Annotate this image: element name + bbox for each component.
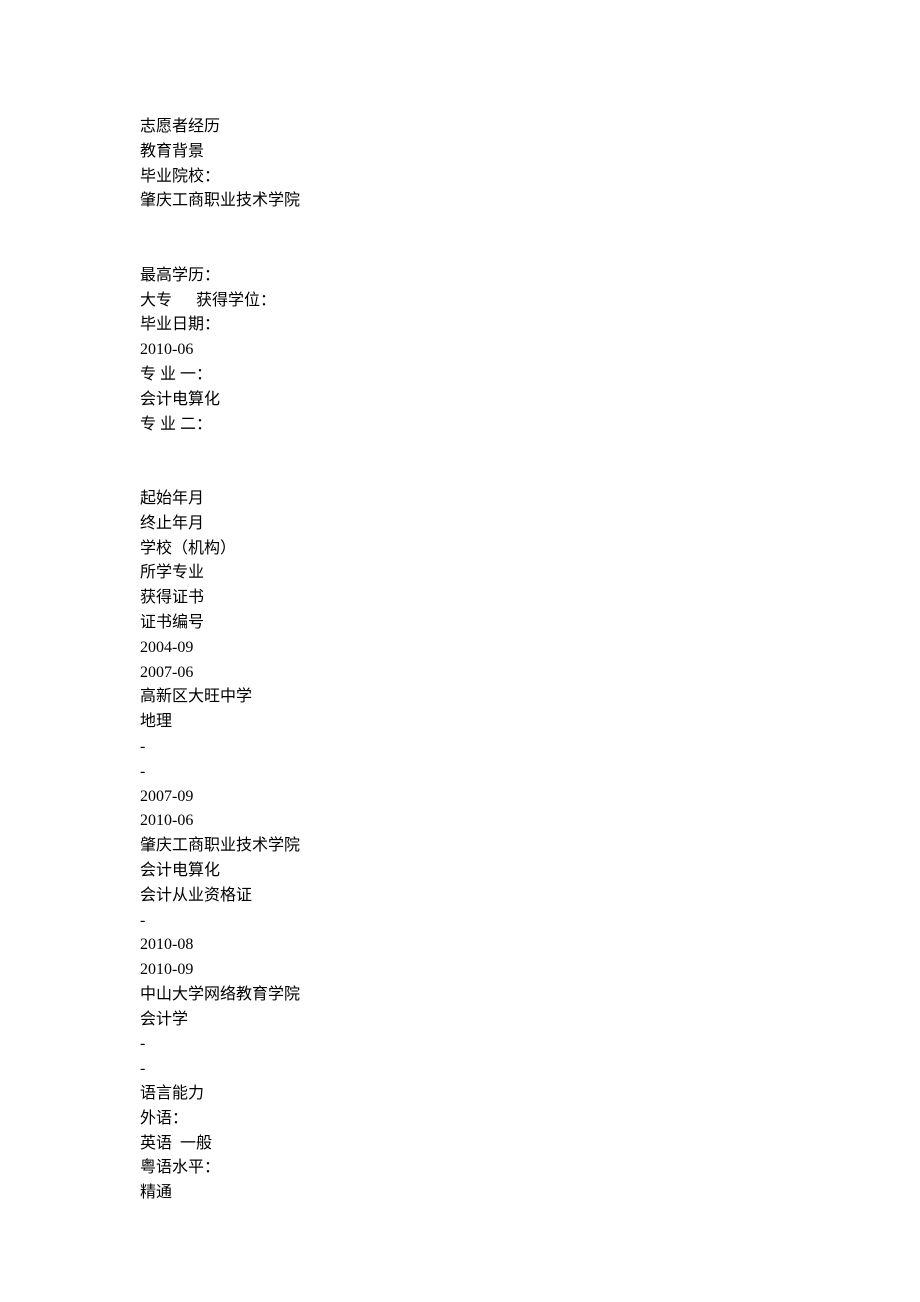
row2-cert: 会计从业资格证 xyxy=(140,884,780,909)
value-foreign-lang: 英语 一般 xyxy=(140,1132,780,1157)
hdr-cert: 获得证书 xyxy=(140,586,780,611)
row1-cert: - xyxy=(140,735,780,760)
label-foreign-lang: 外语： xyxy=(140,1107,780,1132)
section-volunteer: 志愿者经历 xyxy=(140,115,780,140)
row1-major: 地理 xyxy=(140,710,780,735)
label-major1: 专 业 一： xyxy=(140,363,780,388)
blank-line xyxy=(140,239,780,264)
row3-cert: - xyxy=(140,1032,780,1057)
row1-certno: - xyxy=(140,760,780,785)
row3-certno: - xyxy=(140,1057,780,1082)
value-school: 肇庆工商职业技术学院 xyxy=(140,189,780,214)
value-grad-date: 2010-06 xyxy=(140,338,780,363)
value-major1: 会计电算化 xyxy=(140,388,780,413)
blank-line xyxy=(140,214,780,239)
row2-start: 2007-09 xyxy=(140,785,780,810)
row2-institution: 肇庆工商职业技术学院 xyxy=(140,834,780,859)
label-school: 毕业院校： xyxy=(140,165,780,190)
row2-major: 会计电算化 xyxy=(140,859,780,884)
hdr-end: 终止年月 xyxy=(140,512,780,537)
hdr-major: 所学专业 xyxy=(140,561,780,586)
blank-line xyxy=(140,437,780,462)
document-page: 志愿者经历 教育背景 毕业院校： 肇庆工商职业技术学院 最高学历： 大专 获得学… xyxy=(0,0,780,1206)
section-education: 教育背景 xyxy=(140,140,780,165)
row3-major: 会计学 xyxy=(140,1008,780,1033)
value-degree: 大专 获得学位： xyxy=(140,289,780,314)
label-cantonese: 粤语水平： xyxy=(140,1156,780,1181)
label-major2: 专 业 二： xyxy=(140,413,780,438)
row3-start: 2010-08 xyxy=(140,933,780,958)
row2-end: 2010-06 xyxy=(140,809,780,834)
row1-start: 2004-09 xyxy=(140,636,780,661)
label-degree: 最高学历： xyxy=(140,264,780,289)
row3-institution: 中山大学网络教育学院 xyxy=(140,983,780,1008)
value-cantonese: 精通 xyxy=(140,1181,780,1206)
hdr-certno: 证书编号 xyxy=(140,611,780,636)
row1-end: 2007-06 xyxy=(140,661,780,686)
row2-certno: - xyxy=(140,909,780,934)
section-language: 语言能力 xyxy=(140,1082,780,1107)
label-grad-date: 毕业日期： xyxy=(140,313,780,338)
row1-institution: 高新区大旺中学 xyxy=(140,685,780,710)
hdr-start: 起始年月 xyxy=(140,487,780,512)
blank-line xyxy=(140,462,780,487)
hdr-institution: 学校（机构） xyxy=(140,537,780,562)
row3-end: 2010-09 xyxy=(140,958,780,983)
